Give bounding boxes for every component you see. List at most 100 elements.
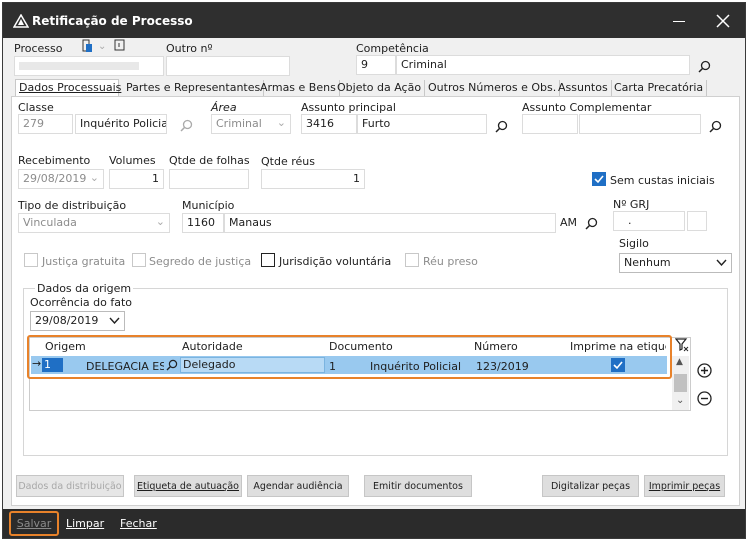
search-icon[interactable] bbox=[698, 60, 711, 73]
classe-code-input[interactable]: 279 bbox=[18, 114, 73, 134]
tipo-dist-select[interactable]: Vinculada ⌄ bbox=[18, 213, 170, 233]
cell-autoridade[interactable]: Delegado bbox=[180, 357, 325, 373]
assunto-search-icon[interactable] bbox=[495, 120, 508, 133]
municipio-name-input[interactable]: Manaus bbox=[224, 213, 556, 233]
reu-preso-checkbox[interactable] bbox=[405, 253, 419, 267]
ocorrencia-date-input[interactable]: 29/08/2019 bbox=[30, 311, 125, 331]
chevron-down-icon[interactable]: ⌄ bbox=[98, 40, 106, 53]
agendar-button[interactable]: Agendar audiência bbox=[247, 475, 349, 497]
cell-documento-code[interactable]: 1 bbox=[329, 360, 336, 373]
area-select[interactable]: Criminal ⌄ bbox=[211, 114, 291, 134]
assunto-label: Assunto principal bbox=[301, 101, 396, 114]
col-documento[interactable]: Documento bbox=[329, 340, 393, 353]
limpar-button[interactable]: Limpar bbox=[66, 517, 104, 530]
recebimento-input[interactable]: 29/08/2019 ⌄ bbox=[18, 169, 104, 189]
processo-label: Processo bbox=[14, 42, 63, 55]
col-origem[interactable]: Origem bbox=[45, 340, 86, 353]
chevron-down-icon bbox=[716, 259, 727, 266]
chevron-down-icon: ⌄ bbox=[155, 215, 165, 228]
volumes-input[interactable]: 1 bbox=[109, 169, 164, 189]
assunto-comp-name-input[interactable] bbox=[579, 114, 701, 134]
tab-objeto[interactable]: Objeto da Ação bbox=[334, 80, 426, 97]
filter-icon[interactable] bbox=[675, 338, 689, 352]
cell-imprime-checkbox[interactable] bbox=[611, 358, 625, 372]
classe-name-input[interactable]: Inquérito Policial bbox=[75, 114, 167, 134]
tab-assuntos[interactable]: Assuntos bbox=[555, 80, 612, 97]
scroll-down-icon[interactable]: ⌄ bbox=[676, 395, 684, 406]
reus-label: Qtde réus bbox=[261, 155, 315, 168]
title-bar: Retificação de Processo bbox=[3, 3, 745, 38]
cell-documento-name[interactable]: Inquérito Policial bbox=[370, 360, 461, 373]
digitalizar-button[interactable]: Digitalizar peças bbox=[542, 475, 639, 497]
window: Retificação de Processo Processo ⌄ Outro… bbox=[2, 2, 746, 539]
dados-distribuicao-button[interactable]: Dados da distribuição bbox=[16, 475, 124, 497]
chevron-down-icon bbox=[109, 317, 120, 324]
close-icon[interactable] bbox=[716, 14, 730, 28]
assunto-comp-search-icon[interactable] bbox=[709, 120, 722, 133]
tab-dados-processuais[interactable]: Dados Processuais bbox=[15, 79, 121, 97]
cell-numero[interactable]: 123/2019 bbox=[476, 360, 529, 373]
cell-origem-code[interactable]: 1 bbox=[42, 358, 63, 372]
jurisdicao-label: Jurisdição voluntária bbox=[279, 255, 392, 268]
salvar-button[interactable]: Salvar bbox=[9, 511, 59, 536]
col-numero[interactable]: Número bbox=[474, 340, 518, 353]
scroll-up-icon[interactable]: ▲ bbox=[676, 357, 683, 367]
imprimir-button[interactable]: Imprimir peças bbox=[644, 475, 725, 497]
tipo-dist-value: Vinculada bbox=[23, 216, 77, 229]
processo-input[interactable] bbox=[14, 56, 164, 76]
competencia-code-input[interactable]: 9 bbox=[356, 55, 396, 75]
assunto-comp-code-input[interactable] bbox=[522, 114, 578, 134]
reus-input[interactable]: 1 bbox=[261, 169, 365, 189]
tab-carta[interactable]: Carta Precatória bbox=[611, 80, 708, 97]
municipio-code-input[interactable]: 1160 bbox=[182, 213, 224, 233]
minimize-icon[interactable] bbox=[673, 21, 685, 22]
assunto-name-input[interactable]: Furto bbox=[357, 114, 487, 134]
jurisdicao-checkbox[interactable] bbox=[261, 253, 275, 267]
competencia-name-input[interactable]: Criminal bbox=[396, 55, 690, 75]
tab-outros[interactable]: Outros Números e Obs. bbox=[425, 80, 561, 97]
chevron-down-icon: ⌄ bbox=[276, 116, 286, 129]
cell-origem-name[interactable]: DELEGACIA ESP bbox=[86, 360, 164, 373]
app-logo-icon bbox=[13, 14, 29, 28]
document-icon[interactable] bbox=[80, 39, 94, 53]
classe-search-icon[interactable] bbox=[180, 119, 193, 132]
tab-partes[interactable]: Partes e Representantes bbox=[123, 80, 265, 97]
recebimento-label: Recebimento bbox=[18, 154, 91, 167]
window-title: Retificação de Processo bbox=[32, 14, 193, 28]
emitir-button[interactable]: Emitir documentos bbox=[364, 475, 472, 497]
municipio-search-icon[interactable] bbox=[585, 217, 598, 230]
origem-search-icon[interactable] bbox=[166, 359, 178, 371]
municipio-uf: AM bbox=[560, 216, 578, 229]
segredo-justica-checkbox[interactable] bbox=[132, 253, 146, 267]
justica-gratuita-checkbox[interactable] bbox=[24, 253, 38, 267]
row-pointer-icon: → bbox=[32, 357, 42, 370]
competencia-label: Competência bbox=[356, 42, 429, 55]
ocorrencia-label: Ocorrência do fato bbox=[30, 296, 132, 309]
etiqueta-button[interactable]: Etiqueta de autuação bbox=[134, 475, 242, 497]
sem-custas-checkbox[interactable] bbox=[592, 172, 606, 186]
assunto-code-input[interactable]: 3416 bbox=[301, 114, 357, 134]
origem-group-label: Dados da origem bbox=[35, 282, 134, 295]
note-icon[interactable] bbox=[114, 39, 126, 53]
col-autoridade[interactable]: Autoridade bbox=[182, 340, 243, 353]
scroll-thumb[interactable] bbox=[674, 374, 687, 392]
bottom-bar: Salvar Limpar Fechar bbox=[3, 509, 745, 538]
add-row-icon[interactable] bbox=[697, 363, 712, 378]
folhas-label: Qtde de folhas bbox=[169, 154, 250, 167]
sigilo-select[interactable]: Nenhum bbox=[619, 253, 732, 273]
sigilo-value: Nenhum bbox=[624, 256, 671, 269]
col-imprime[interactable]: Imprime na etiquet bbox=[570, 340, 666, 353]
outro-input[interactable] bbox=[166, 56, 290, 76]
segredo-justica-label: Segredo de justiça bbox=[149, 255, 252, 268]
grj-input[interactable]: . bbox=[613, 211, 685, 231]
classe-label: Classe bbox=[18, 101, 54, 114]
remove-row-icon[interactable] bbox=[697, 391, 712, 406]
tipo-dist-label: Tipo de distribuição bbox=[18, 199, 127, 212]
grj-digit-input[interactable] bbox=[687, 211, 707, 231]
chevron-down-icon: ⌄ bbox=[89, 171, 99, 184]
sigilo-label: Sigilo bbox=[619, 237, 649, 250]
assunto-comp-label: Assunto Complementar bbox=[522, 101, 652, 114]
tab-armas[interactable]: Armas e Bens bbox=[257, 80, 340, 97]
folhas-input[interactable] bbox=[169, 169, 249, 189]
fechar-button[interactable]: Fechar bbox=[120, 517, 157, 530]
